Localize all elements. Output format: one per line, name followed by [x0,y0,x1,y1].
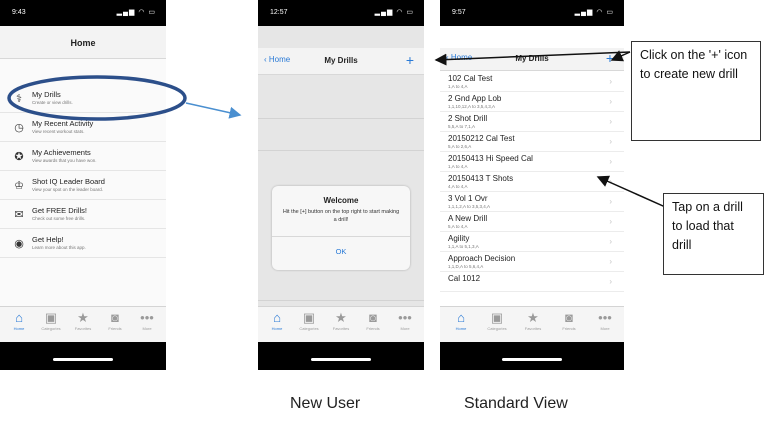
pointer-arrow [596,175,673,211]
highlight-ellipse [7,75,187,121]
callout-tap-drill: Tap on a drill to load that drill [663,193,764,275]
caption-new-user: New User [290,395,361,412]
pointer-arrow [185,102,242,119]
pointer-arrow [434,51,631,66]
caption-standard-view: Standard View [464,395,568,412]
callout-add-drill: Click on the '+' icon to create new dril… [631,41,761,141]
